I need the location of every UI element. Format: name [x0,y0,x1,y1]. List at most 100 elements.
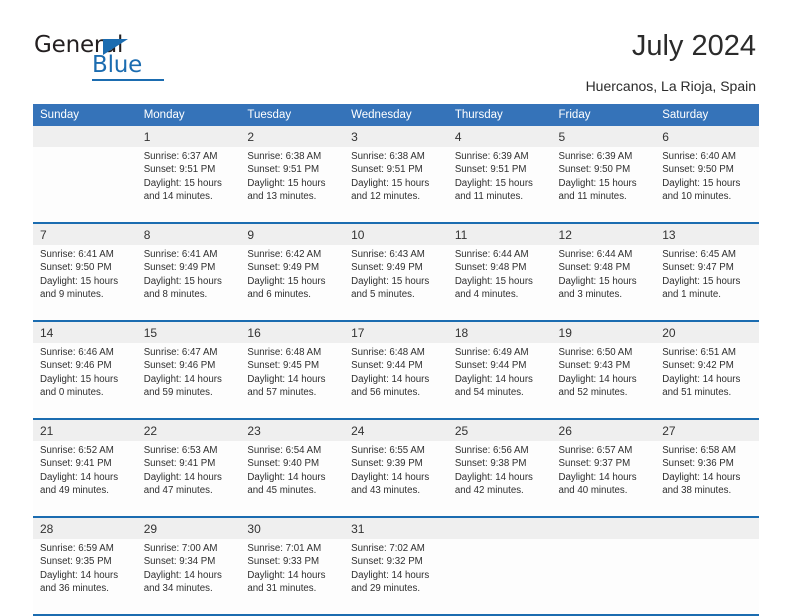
day-cell[interactable]: Sunrise: 6:45 AM Sunset: 9:47 PM Daylight:… [655,245,759,320]
day-sunset-text: Sunset: 9:51 PM [454,164,527,176]
day-cell[interactable]: Sunrise: 6:38 AM Sunset: 9:51 PM Daylight:… [240,147,345,222]
day-daylight-2-text: and 11 minutes. [558,190,627,202]
day-number[interactable]: 13 [655,224,759,245]
day-cell[interactable]: Sunrise: 6:51 AM Sunset: 9:42 PM Daylight:… [655,343,759,418]
day-sunset-text: Sunset: 9:34 PM [143,556,216,568]
day-cell[interactable]: Sunrise: 6:50 AM Sunset: 9:43 PM Daylight:… [551,343,656,418]
day-cell[interactable]: Sunrise: 6:49 AM Sunset: 9:44 PM Daylight:… [447,343,552,418]
day-sunset-text: Sunset: 9:47 PM [662,262,734,274]
day-number[interactable]: 5 [551,126,656,147]
day-daylight-1-text: Daylight: 15 hours [40,275,119,287]
day-sunset-text: Sunset: 9:37 PM [558,458,631,470]
day-cell[interactable]: Sunrise: 6:41 AM Sunset: 9:50 PM Daylight:… [33,245,137,320]
day-cell[interactable]: Sunrise: 6:47 AM Sunset: 9:46 PM Daylight:… [136,343,241,418]
day-cell[interactable]: Sunrise: 6:59 AM Sunset: 9:35 PM Daylight:… [33,539,137,614]
day-cell[interactable]: Sunrise: 6:57 AM Sunset: 9:37 PM Daylight:… [551,441,656,516]
day-number[interactable]: 15 [136,322,241,343]
day-daylight-1-text: Daylight: 15 hours [662,275,741,287]
day-cell[interactable]: Sunrise: 6:56 AM Sunset: 9:38 PM Daylight:… [447,441,552,516]
empty-day-cell [33,147,137,222]
day-number[interactable]: 31 [344,518,448,539]
day-sunset-text: Sunset: 9:45 PM [247,360,320,372]
day-number[interactable]: 11 [447,224,552,245]
day-number[interactable]: 1 [136,126,241,147]
day-daylight-1-text: Daylight: 15 hours [558,177,637,189]
day-number[interactable]: 14 [33,322,137,343]
day-daylight-2-text: and 0 minutes. [40,386,104,398]
day-number[interactable]: 29 [136,518,241,539]
day-cell[interactable]: Sunrise: 6:43 AM Sunset: 9:49 PM Daylight:… [344,245,448,320]
day-cell[interactable]: Sunrise: 6:54 AM Sunset: 9:40 PM Daylight:… [240,441,345,516]
day-cell[interactable]: Sunrise: 6:38 AM Sunset: 9:51 PM Daylight:… [344,147,448,222]
day-number[interactable]: 21 [33,420,137,441]
day-number[interactable]: 3 [344,126,448,147]
day-daylight-1-text: Daylight: 14 hours [40,569,119,581]
day-number[interactable]: 30 [240,518,345,539]
day-cell[interactable]: Sunrise: 6:40 AM Sunset: 9:50 PM Daylight:… [655,147,759,222]
day-daylight-1-text: Daylight: 14 hours [143,471,222,483]
day-number[interactable]: 7 [33,224,137,245]
day-daylight-2-text: and 3 minutes. [558,288,623,300]
day-number[interactable]: 19 [551,322,656,343]
day-cell[interactable]: Sunrise: 6:42 AM Sunset: 9:49 PM Daylight:… [240,245,345,320]
day-sunset-text: Sunset: 9:48 PM [454,262,527,274]
day-daylight-1-text: Daylight: 15 hours [143,177,222,189]
day-sunset-text: Sunset: 9:35 PM [40,556,112,568]
weekday-header-sunday: Sunday [33,104,137,126]
day-cell[interactable]: Sunrise: 6:55 AM Sunset: 9:39 PM Daylight:… [344,441,448,516]
day-cell[interactable]: Sunrise: 6:53 AM Sunset: 9:41 PM Daylight:… [136,441,241,516]
day-sunset-text: Sunset: 9:50 PM [662,164,734,176]
day-number[interactable]: 10 [344,224,448,245]
day-sunrise-text: Sunrise: 6:46 AM [40,347,114,358]
day-number[interactable]: 4 [447,126,552,147]
day-daylight-1-text: Daylight: 14 hours [351,471,430,483]
day-cell[interactable]: Sunrise: 6:48 AM Sunset: 9:45 PM Daylight:… [240,343,345,418]
day-cell[interactable]: Sunrise: 6:41 AM Sunset: 9:49 PM Daylight:… [136,245,241,320]
day-cell[interactable]: Sunrise: 6:39 AM Sunset: 9:51 PM Daylight:… [447,147,552,222]
day-cell[interactable]: Sunrise: 6:44 AM Sunset: 9:48 PM Daylight:… [447,245,552,320]
day-sunrise-text: Sunrise: 6:39 AM [558,151,633,162]
day-daylight-2-text: and 42 minutes. [454,484,524,496]
day-cell[interactable]: Sunrise: 6:37 AM Sunset: 9:51 PM Daylight:… [136,147,241,222]
day-number[interactable]: 9 [240,224,345,245]
day-sunrise-text: Sunrise: 6:48 AM [351,347,425,358]
day-cell[interactable]: Sunrise: 6:46 AM Sunset: 9:46 PM Daylight:… [33,343,137,418]
calendar-header-row: Sunday Monday Tuesday Wednesday Thursday… [33,104,759,126]
day-number[interactable]: 28 [33,518,137,539]
day-number[interactable]: 23 [240,420,345,441]
day-cell[interactable]: Sunrise: 6:48 AM Sunset: 9:44 PM Daylight:… [344,343,448,418]
day-daylight-2-text: and 9 minutes. [40,288,104,300]
day-number[interactable]: 22 [136,420,241,441]
day-sunset-text: Sunset: 9:39 PM [351,458,423,470]
day-sunrise-text: Sunrise: 6:38 AM [351,151,425,162]
day-number[interactable]: 6 [655,126,759,147]
day-number[interactable]: 16 [240,322,345,343]
day-number[interactable]: 27 [655,420,759,441]
day-sunrise-text: Sunrise: 6:50 AM [558,347,633,358]
day-cell[interactable]: Sunrise: 7:02 AM Sunset: 9:32 PM Daylight:… [344,539,448,614]
day-sunset-text: Sunset: 9:51 PM [247,164,320,176]
day-number[interactable]: 18 [447,322,552,343]
day-sunset-text: Sunset: 9:49 PM [351,262,423,274]
day-cell[interactable]: Sunrise: 7:01 AM Sunset: 9:33 PM Daylight:… [240,539,345,614]
day-number[interactable]: 26 [551,420,656,441]
day-sunrise-text: Sunrise: 6:58 AM [662,445,736,456]
empty-day-cell [447,539,552,614]
day-cell[interactable]: Sunrise: 6:39 AM Sunset: 9:50 PM Daylight:… [551,147,656,222]
day-number[interactable]: 24 [344,420,448,441]
day-number[interactable]: 25 [447,420,552,441]
day-cell[interactable]: Sunrise: 6:44 AM Sunset: 9:48 PM Daylight:… [551,245,656,320]
day-number[interactable]: 8 [136,224,241,245]
day-daylight-2-text: and 1 minute. [662,288,721,300]
day-daylight-1-text: Daylight: 14 hours [662,373,741,385]
day-cell[interactable]: Sunrise: 6:58 AM Sunset: 9:36 PM Daylight:… [655,441,759,516]
day-number[interactable]: 20 [655,322,759,343]
day-number[interactable]: 2 [240,126,345,147]
weekday-header-wednesday: Wednesday [344,104,448,126]
day-number[interactable]: 12 [551,224,656,245]
day-cell[interactable]: Sunrise: 6:52 AM Sunset: 9:41 PM Daylight:… [33,441,137,516]
day-sunset-text: Sunset: 9:41 PM [143,458,216,470]
day-cell[interactable]: Sunrise: 7:00 AM Sunset: 9:34 PM Daylight:… [136,539,241,614]
day-sunset-text: Sunset: 9:43 PM [558,360,631,372]
day-number[interactable]: 17 [344,322,448,343]
